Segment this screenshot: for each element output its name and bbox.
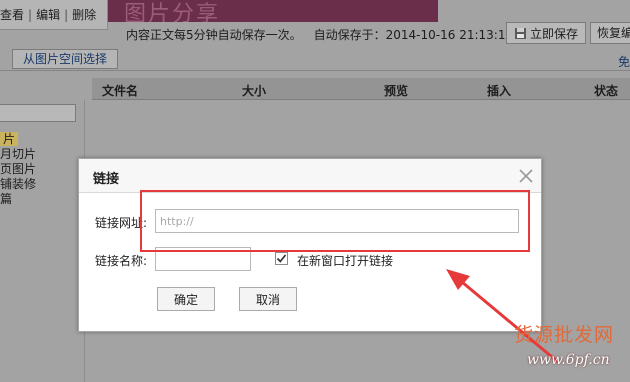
category-item[interactable]: 篇 [0,192,36,207]
column-filename: 文件名 [102,84,139,98]
upload-tabbar: 从图片空间选择 免 [0,47,630,71]
new-window-label: 在新窗口打开链接 [297,254,394,268]
autosave-status: 自动保存于：2014-10-16 21:13:14 [313,28,514,42]
category-search-input[interactable] [0,104,76,122]
column-preview: 预览 [384,84,409,98]
category-item[interactable]: 月切片 [0,147,36,162]
menu-edit[interactable]: 编辑 [36,8,60,22]
top-menu: 查看 | 编辑 | 删除 [0,0,108,30]
restore-edit-label: 恢复编辑 [597,26,630,40]
column-status: 状态 [594,84,619,98]
menu-separator: | [28,8,33,22]
tab-picture-space[interactable]: 从图片空间选择 [12,49,119,69]
new-window-checkbox[interactable] [275,252,288,265]
category-item[interactable]: 页图片 [0,162,36,177]
cancel-button[interactable]: 取消 [239,287,297,311]
menu-separator: | [64,8,69,22]
close-icon[interactable] [517,167,535,185]
autosave-info: 内容正文每5分钟自动保存一次。 自动保存于：2014-10-16 21:13:14 [126,26,513,43]
save-icon [514,27,526,39]
banner-text: 图片分享 [124,2,221,22]
column-size: 大小 [242,84,267,98]
banner-image: 图片分享 [108,0,438,22]
save-now-label: 立即保存 [529,26,578,41]
file-table-header: 文件名 大小 预览 插入 状态 [92,78,630,100]
tab-free[interactable]: 免 [618,53,630,70]
menu-delete[interactable]: 删除 [72,8,96,22]
column-insert: 插入 [487,84,512,98]
save-now-button[interactable]: 立即保存 [506,22,586,44]
menu-view[interactable]: 查看 [0,8,24,22]
watermark-url: www.6pf.cn [527,352,610,368]
ok-button[interactable]: 确定 [157,287,215,311]
category-sidebar: 片 月切片 页图片 铺装修 篇 [0,100,82,382]
dialog-title: 链接 [93,172,120,187]
name-label: 链接名称: [95,254,148,268]
annotation-highlight-box [140,190,530,252]
watermark-text: 货源批发网 [514,324,615,346]
category-list: 片 月切片 页图片 铺装修 篇 [0,132,36,207]
category-item-selected[interactable]: 片 [0,132,19,146]
category-item[interactable]: 铺装修 [0,177,36,192]
autosave-notice: 内容正文每5分钟自动保存一次。 [126,28,302,42]
restore-edit-button[interactable]: 恢复编辑 [590,22,630,44]
dialog-header: 链接 [79,159,541,193]
